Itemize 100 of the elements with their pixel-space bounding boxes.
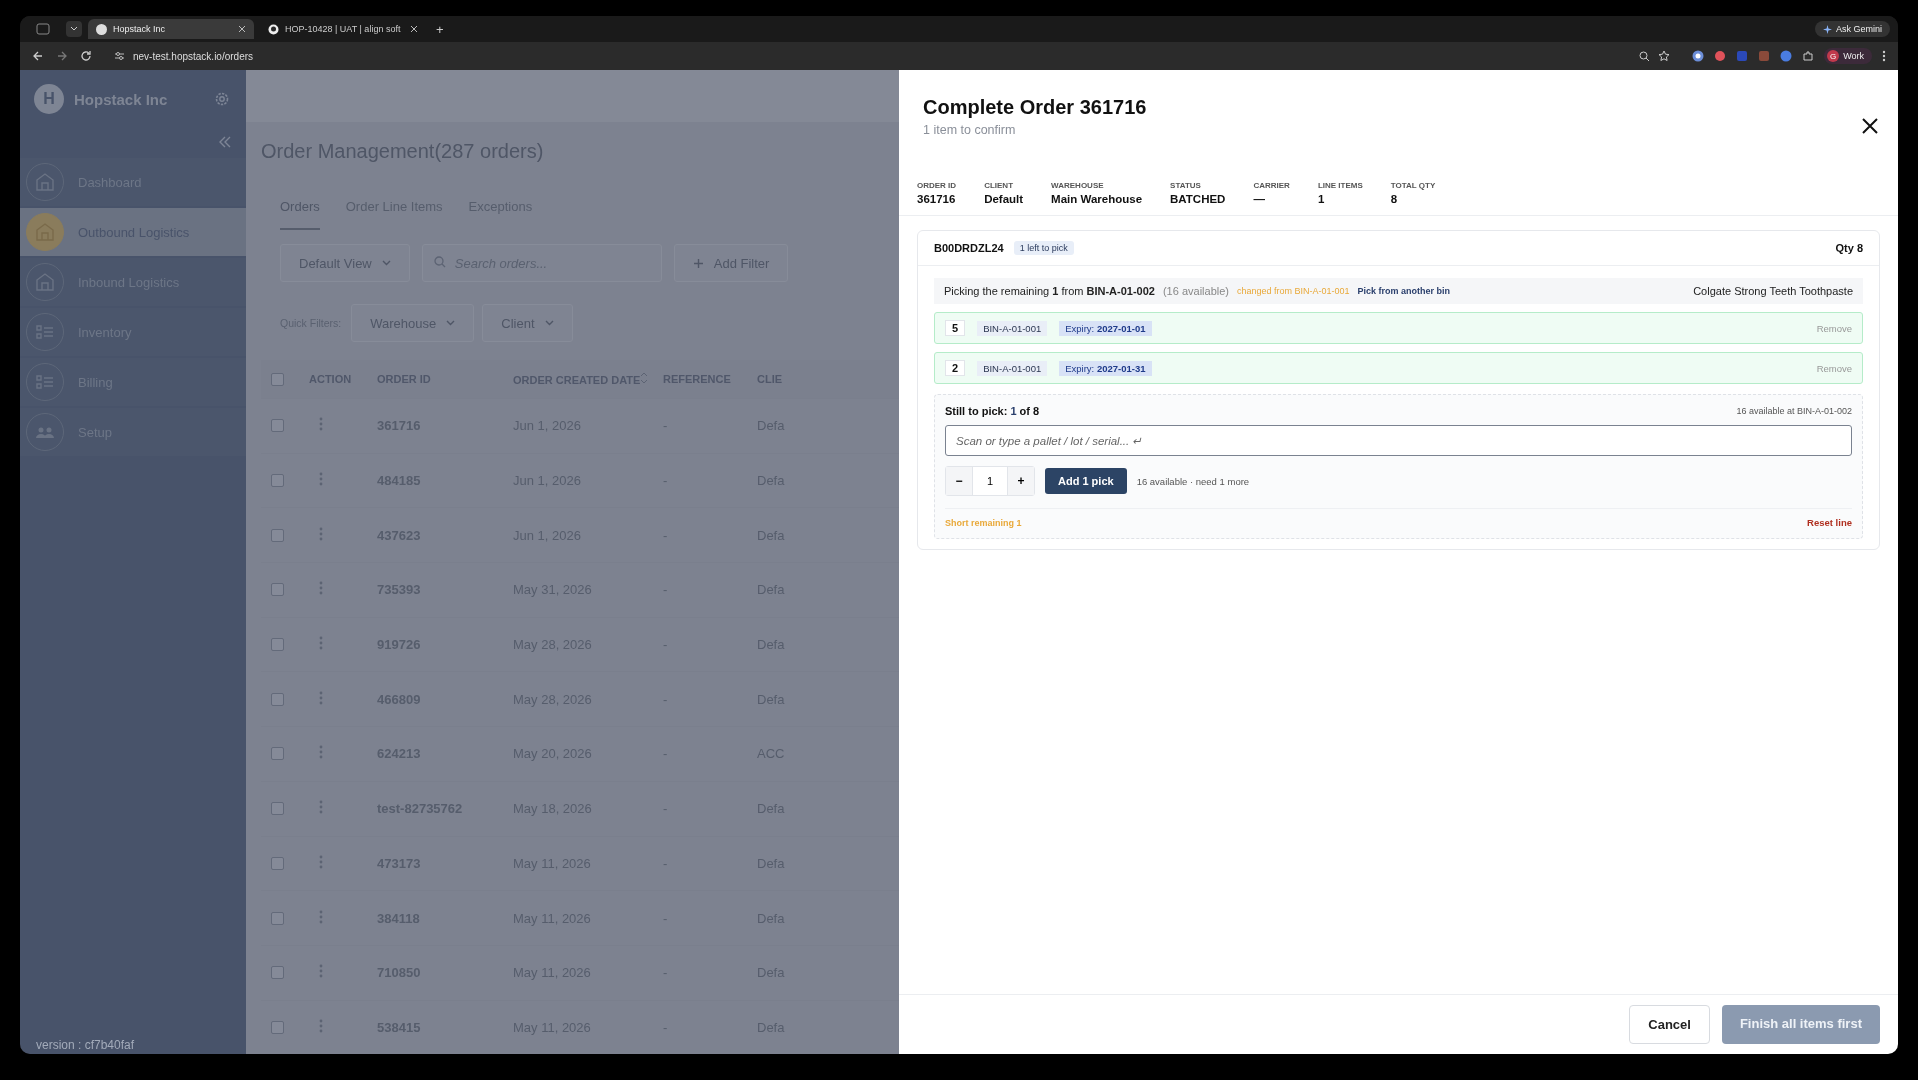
more-icon[interactable]	[319, 909, 323, 924]
row-checkbox[interactable]	[271, 692, 284, 706]
field-label: TOTAL QTY	[1390, 181, 1436, 190]
settings-icon[interactable]	[214, 91, 230, 107]
site-settings-icon[interactable]	[114, 51, 125, 61]
panel-title: Complete Order 361716	[923, 96, 1147, 119]
product-name: Colgate Strong Teeth Toothpaste	[1693, 285, 1853, 297]
field-value: BATCHED	[1170, 193, 1226, 205]
chevron-down-icon	[446, 320, 456, 326]
more-icon[interactable]	[319, 581, 323, 596]
select-all-checkbox[interactable]	[271, 372, 284, 386]
row-checkbox[interactable]	[271, 419, 284, 433]
field-value: Default	[984, 193, 1024, 205]
sparkle-icon	[1823, 24, 1832, 34]
sku-label: B00DRDZL24	[934, 242, 1004, 254]
browser-tab[interactable]: Hopstack Inc	[88, 19, 254, 39]
row-checkbox[interactable]	[271, 1020, 284, 1034]
forward-icon[interactable]	[56, 50, 68, 62]
field-value: —	[1253, 193, 1266, 205]
chevron-down-icon	[544, 320, 554, 326]
row-checkbox[interactable]	[271, 528, 284, 542]
back-icon[interactable]	[32, 50, 44, 62]
extensions-icon[interactable]	[1802, 50, 1815, 62]
version-label: version : cf7b40faf	[35, 1038, 136, 1054]
chevron-down-icon	[381, 260, 391, 266]
star-icon[interactable]	[1658, 50, 1671, 62]
table-cell-text: -	[663, 582, 669, 598]
field-label: CARRIER	[1253, 181, 1290, 190]
browser-tab[interactable]: HOP-10428 | UAT | align soft	[260, 19, 426, 39]
more-icon[interactable]	[319, 854, 323, 869]
table-cell-text: -	[663, 1019, 669, 1035]
more-icon[interactable]	[319, 1018, 323, 1033]
availability-text: 16 available at BIN-A-01-002	[1736, 406, 1852, 416]
field-label: ORDER ID	[917, 181, 957, 190]
field-value: 8	[1390, 193, 1399, 205]
site-icon	[96, 23, 107, 35]
pick-another-bin-link[interactable]: Pick from another bin	[1357, 286, 1451, 296]
menu-icon[interactable]	[1882, 50, 1886, 62]
decrease-button[interactable]: −	[946, 467, 972, 495]
remove-link[interactable]: Remove	[1816, 362, 1852, 374]
row-checkbox[interactable]	[271, 474, 284, 488]
bin-tag: BIN-A-01-001	[977, 360, 1048, 376]
table-cell-text: -	[663, 527, 669, 543]
remove-link[interactable]: Remove	[1816, 322, 1852, 334]
reset-line-link[interactable]: Reset line	[1807, 517, 1852, 528]
picking-text: Picking the remaining 1 from BIN-A-01-002	[944, 285, 1155, 297]
zoom-icon[interactable]	[1639, 50, 1651, 62]
more-icon[interactable]	[319, 636, 323, 651]
row-checkbox[interactable]	[271, 966, 284, 980]
expiry-tag: Expiry: 2027-01-01	[1059, 320, 1152, 336]
row-checkbox[interactable]	[271, 638, 284, 652]
cancel-button[interactable]: Cancel	[1629, 1005, 1710, 1044]
table-cell-text: -	[663, 637, 669, 653]
more-icon[interactable]	[319, 964, 323, 979]
row-checkbox[interactable]	[271, 583, 284, 597]
collapse-icon[interactable]	[218, 136, 232, 148]
row-checkbox[interactable]	[271, 747, 284, 761]
bin-tag: BIN-A-01-001	[977, 320, 1048, 336]
scan-field[interactable]: Scan or type a pallet / lot / serial... ↵	[945, 425, 1852, 456]
more-icon[interactable]	[319, 472, 323, 487]
extension-icon[interactable]	[1692, 50, 1705, 62]
field-label: WAREHOUSE	[1051, 181, 1105, 190]
pick-quantity: 5	[945, 320, 966, 336]
more-icon[interactable]	[319, 800, 323, 815]
profile-button[interactable]: G Work	[1824, 48, 1872, 64]
field-value: 361716	[917, 193, 957, 205]
pick-status-badge: 1 left to pick	[1013, 241, 1074, 255]
short-remaining-text: Short remaining 1	[945, 517, 1022, 528]
field-label: LINE ITEMS	[1317, 181, 1363, 190]
add-pick-button[interactable]: Add 1 pick	[1045, 468, 1127, 494]
address-bar[interactable]: nev-test.hopstack.io/orders	[104, 46, 1681, 66]
table-cell-text: -	[663, 691, 669, 707]
sort-icon[interactable]	[640, 372, 649, 384]
field-value: Main Warehouse	[1051, 193, 1143, 205]
close-icon[interactable]	[410, 25, 418, 33]
row-checkbox[interactable]	[271, 856, 284, 870]
row-checkbox[interactable]	[271, 911, 284, 925]
table-cell-text: -	[663, 473, 669, 489]
close-icon[interactable]	[1862, 118, 1878, 134]
new-tab-button[interactable]: +	[432, 21, 448, 37]
panel-subtitle: 1 item to confirm	[923, 123, 1017, 137]
increase-button[interactable]: +	[1008, 467, 1034, 495]
still-to-pick-label: Still to pick: 1 of 8	[945, 405, 1040, 417]
more-icon[interactable]	[319, 526, 323, 541]
close-icon[interactable]	[238, 25, 246, 33]
changed-note: changed from BIN-A-01-001	[1237, 286, 1350, 296]
expiry-tag: Expiry: 2027-01-31	[1059, 360, 1152, 376]
tab-search-button[interactable]	[66, 21, 82, 37]
field-label: STATUS	[1170, 181, 1202, 190]
reload-icon[interactable]	[80, 50, 92, 62]
tab-strip-icon[interactable]	[36, 23, 50, 35]
row-checkbox[interactable]	[271, 802, 284, 816]
more-icon[interactable]	[319, 417, 323, 432]
available-text: (16 available)	[1162, 285, 1229, 297]
availability-hint: 16 available · need 1 more	[1136, 475, 1250, 487]
more-icon[interactable]	[319, 690, 323, 705]
quantity-label: Qty 8	[1835, 242, 1863, 254]
more-icon[interactable]	[319, 745, 323, 760]
ask-gemini-button[interactable]: Ask Gemini	[1815, 21, 1890, 37]
table-cell-text: -	[663, 910, 669, 926]
